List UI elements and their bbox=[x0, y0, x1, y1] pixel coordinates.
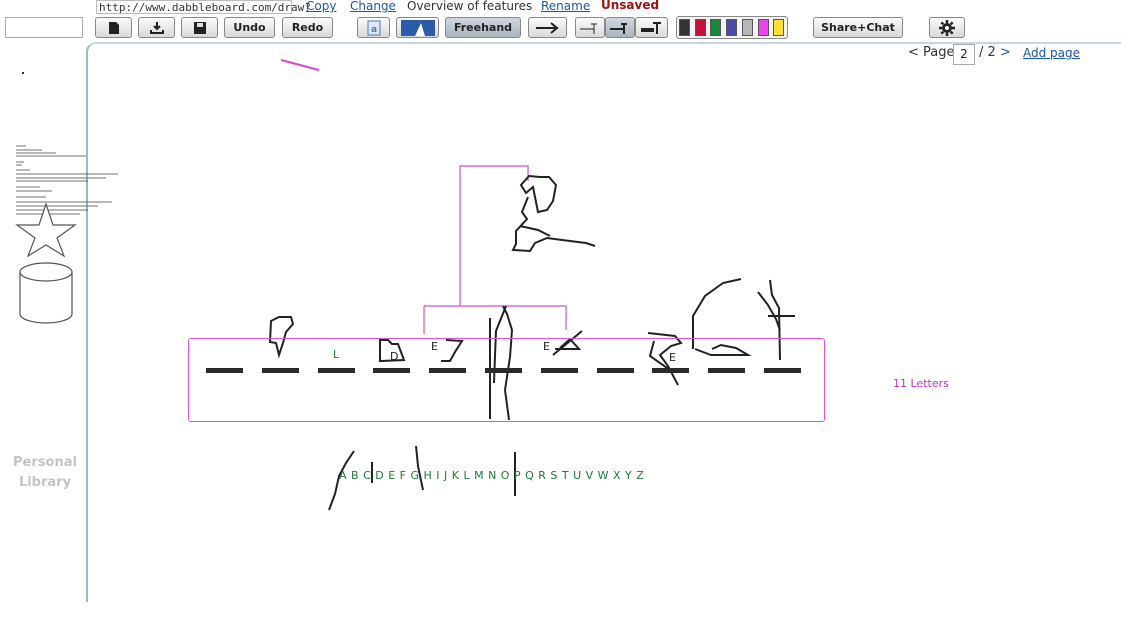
letter-slot bbox=[318, 368, 355, 373]
letter-slot bbox=[708, 368, 745, 373]
guess-letter: E bbox=[431, 340, 438, 353]
word-frame bbox=[188, 338, 825, 422]
letter-slot bbox=[262, 368, 299, 373]
letter-slot bbox=[485, 368, 522, 373]
guess-letter: E bbox=[543, 340, 550, 353]
guess-letter: L bbox=[333, 348, 340, 361]
guess-letter: D bbox=[390, 350, 399, 363]
letter-slot bbox=[652, 368, 689, 373]
letter-slot bbox=[764, 368, 801, 373]
guess-letter: E bbox=[669, 351, 676, 364]
letter-count-label: 11 Letters bbox=[893, 377, 949, 390]
letter-slot bbox=[373, 368, 410, 373]
letter-slot bbox=[597, 368, 634, 373]
letter-slot bbox=[429, 368, 466, 373]
letter-slot bbox=[206, 368, 243, 373]
alphabet-row: A B C D E F G H I J K L M N O P Q R S T … bbox=[339, 469, 645, 482]
hangman-drawing bbox=[268, 59, 795, 511]
letter-slot bbox=[541, 368, 578, 373]
gallows-lines bbox=[423, 165, 567, 334]
